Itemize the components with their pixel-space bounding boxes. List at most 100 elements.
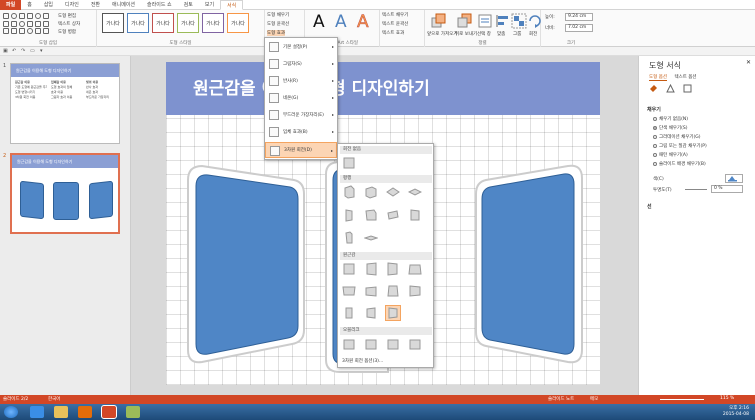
style-thumb-4[interactable]: 가나다: [177, 13, 199, 33]
style-thumb-6[interactable]: 가나다: [227, 13, 249, 33]
browser-icon[interactable]: [30, 406, 44, 418]
parallel-preset[interactable]: [342, 230, 356, 244]
tab-insert[interactable]: 삽입: [38, 0, 59, 10]
shape-left[interactable]: [195, 174, 299, 355]
perspective-preset[interactable]: [342, 284, 356, 298]
transparency-input[interactable]: 0 %: [711, 185, 743, 193]
undo-icon[interactable]: ↶: [12, 48, 16, 54]
app-icon[interactable]: [126, 406, 140, 418]
tab-shape-options[interactable]: 도형 옵션: [649, 75, 667, 81]
slide-thumbnail-2[interactable]: 원근감을 이용해 도형 디자인하기: [10, 153, 120, 234]
tab-format[interactable]: 서식: [220, 0, 244, 10]
fill-option-picture[interactable]: 그림 또는 질감 채우기(P): [653, 143, 707, 149]
menu-item-3d-rotation[interactable]: 3차원 회전(D) ▸: [265, 142, 337, 158]
fill-option-slide-bg[interactable]: 슬라이드 배경 채우기(B): [653, 161, 706, 167]
perspective-preset[interactable]: [364, 306, 378, 320]
edit-shape-button[interactable]: 도형 편집: [58, 13, 76, 19]
shape-outline-button[interactable]: 도형 윤곽선: [267, 21, 289, 27]
tab-text-options[interactable]: 텍스트 옵션: [674, 75, 696, 80]
redo-icon[interactable]: ↷: [21, 48, 25, 54]
width-input[interactable]: 7.02 cm: [565, 24, 593, 32]
perspective-preset-selected[interactable]: [385, 305, 401, 321]
no-rotation-preset[interactable]: [342, 156, 356, 170]
text-fill-button[interactable]: 텍스트 채우기: [382, 12, 408, 18]
tab-transitions[interactable]: 전환: [85, 0, 106, 10]
height-input[interactable]: 9.24 cm: [565, 13, 593, 21]
fill-line-icon[interactable]: [649, 84, 658, 93]
menu-item-shadow[interactable]: 그림자(S) ▸: [265, 56, 337, 72]
folder-icon[interactable]: [54, 406, 68, 418]
style-thumb-2[interactable]: 가나다: [127, 13, 149, 33]
slide-thumbnail-1[interactable]: 원근감을 이용해 도형 디자인하기 원근감 이용 기존 도형에 원근감을 주기 …: [10, 63, 120, 144]
tab-view[interactable]: 보기: [199, 0, 220, 10]
powerpoint-icon[interactable]: [101, 405, 117, 419]
customize-qat-icon[interactable]: ▾: [40, 48, 43, 54]
text-box-button[interactable]: 텍스트 상자: [58, 21, 80, 27]
parallel-preset[interactable]: [408, 208, 422, 222]
line-section-header[interactable]: 선: [647, 203, 652, 210]
shape-gallery[interactable]: [3, 13, 49, 35]
shape-right[interactable]: [481, 173, 575, 355]
parallel-preset[interactable]: [407, 185, 423, 199]
system-clock[interactable]: 오후 2:16 2015-04-08: [723, 406, 749, 418]
merge-shapes-button[interactable]: 도형 병합: [58, 29, 76, 35]
style-thumb-3[interactable]: 가나다: [152, 13, 174, 33]
wordart-blue[interactable]: A: [335, 12, 347, 32]
perspective-preset[interactable]: [386, 284, 400, 298]
parallel-preset[interactable]: [364, 208, 378, 222]
fill-section-header[interactable]: 채우기: [647, 106, 661, 113]
perspective-preset[interactable]: [364, 284, 378, 298]
wordart-orange[interactable]: A: [357, 12, 369, 33]
save-icon[interactable]: ▣: [3, 48, 8, 54]
send-backward-icon[interactable]: [457, 13, 473, 29]
text-outline-button[interactable]: 텍스트 윤곽선: [382, 21, 408, 27]
text-effects-button[interactable]: 텍스트 효과: [382, 30, 404, 36]
fill-option-gradient[interactable]: 그라데이션 채우기(G): [653, 134, 701, 140]
fill-color-picker[interactable]: [725, 174, 743, 183]
parallel-preset[interactable]: [386, 208, 400, 222]
tab-review[interactable]: 검토: [178, 0, 199, 10]
parallel-preset[interactable]: [364, 185, 378, 199]
oblique-preset[interactable]: [364, 337, 378, 351]
perspective-preset[interactable]: [408, 284, 422, 298]
parallel-preset[interactable]: [342, 208, 356, 222]
bring-forward-icon[interactable]: [431, 13, 447, 29]
comments-button[interactable]: 메모: [590, 396, 598, 402]
tab-file[interactable]: 파일: [0, 0, 22, 10]
selection-pane-icon[interactable]: [477, 13, 493, 29]
menu-item-preset[interactable]: 기본 설정(P) ▸: [265, 39, 337, 55]
zoom-slider[interactable]: [660, 399, 704, 400]
perspective-preset[interactable]: [342, 262, 356, 276]
tab-slideshow[interactable]: 슬라이드 쇼: [141, 0, 178, 10]
shape-effects-button[interactable]: 도형 효과: [267, 30, 285, 36]
oblique-preset[interactable]: [342, 337, 356, 351]
transparency-slider[interactable]: [685, 189, 707, 190]
perspective-preset[interactable]: [408, 262, 422, 276]
tab-home[interactable]: 홈: [21, 0, 38, 10]
perspective-preset[interactable]: [342, 306, 356, 320]
fill-option-pattern[interactable]: 패턴 채우기(A): [653, 152, 688, 158]
menu-item-bevel[interactable]: 입체 효과(B) ▸: [265, 124, 337, 140]
style-thumb-5[interactable]: 가나다: [202, 13, 224, 33]
effects-icon[interactable]: [666, 83, 675, 93]
tab-design[interactable]: 디자인: [59, 0, 85, 10]
menu-item-glow[interactable]: 네온(G) ▸: [265, 90, 337, 106]
menu-item-soft-edges[interactable]: 부드러운 가장자리(E) ▸: [265, 107, 337, 123]
group-icon[interactable]: [511, 13, 527, 29]
shape-fill-button[interactable]: 도형 채우기: [267, 12, 289, 18]
fill-option-solid[interactable]: 단색 채우기(S): [653, 125, 688, 131]
size-properties-icon[interactable]: [683, 84, 692, 93]
close-icon[interactable]: ✕: [746, 59, 751, 66]
tab-animations[interactable]: 애니메이션: [106, 0, 141, 10]
parallel-preset[interactable]: [386, 185, 400, 199]
menu-item-reflection[interactable]: 반사(R) ▸: [265, 73, 337, 89]
style-thumb-1[interactable]: 가나다: [102, 13, 124, 33]
perspective-preset[interactable]: [386, 262, 400, 276]
media-player-icon[interactable]: [78, 406, 92, 418]
parallel-preset[interactable]: [342, 185, 356, 199]
language-indicator[interactable]: 한국어: [48, 396, 60, 402]
zoom-level[interactable]: 115 %: [720, 396, 734, 401]
align-icon[interactable]: [495, 13, 511, 29]
parallel-preset[interactable]: [363, 230, 379, 244]
oblique-preset[interactable]: [386, 337, 400, 351]
